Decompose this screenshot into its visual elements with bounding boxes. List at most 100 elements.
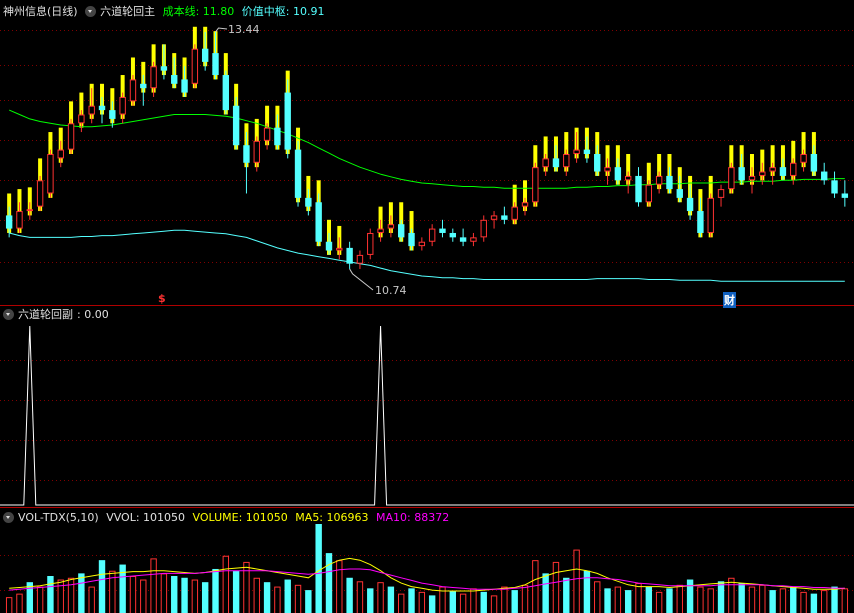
candle-body <box>810 154 818 172</box>
candle-body <box>367 232 374 255</box>
volume-bar <box>222 555 230 613</box>
candle-body <box>604 167 611 172</box>
candle-body <box>831 180 838 194</box>
candle-body <box>738 167 745 181</box>
volume-bar <box>263 582 271 613</box>
volume-bar <box>655 591 663 613</box>
candle-body <box>686 197 694 212</box>
candle-body <box>759 171 766 176</box>
candle-body <box>470 237 477 242</box>
sub1-header: 六道轮回副 : 0.00 <box>3 307 113 323</box>
sub1-indicator[interactable]: 六道轮回副 <box>18 308 73 321</box>
volume-bar <box>171 576 178 613</box>
candle-body <box>624 175 632 181</box>
volume-bar <box>78 573 85 613</box>
volume-bar <box>253 577 260 613</box>
vol-name[interactable]: VOL-TDX(5,10) <box>18 511 99 524</box>
ma10-value: MA10: 88372 <box>376 511 450 524</box>
volume-bar <box>490 595 498 613</box>
volume-bar <box>387 586 395 613</box>
volume-value: VOLUME: 101050 <box>192 511 288 524</box>
volume-bar <box>831 586 838 613</box>
volume-bar <box>759 584 766 613</box>
candle-body <box>26 209 33 212</box>
dropdown-icon[interactable] <box>3 308 14 320</box>
candle-body <box>140 83 147 89</box>
volume-bar <box>160 573 168 613</box>
candle-body <box>728 167 735 190</box>
candle-body <box>16 211 23 229</box>
volume-bar <box>686 579 694 613</box>
candle-body <box>800 154 807 163</box>
volume-bar <box>284 579 291 613</box>
candle-body <box>428 228 436 242</box>
candle-body <box>294 149 302 198</box>
candle-body <box>5 215 13 229</box>
volume-bar <box>325 553 333 613</box>
candle-body <box>552 158 560 168</box>
candle-body <box>666 175 673 190</box>
candle-body <box>398 224 405 238</box>
candle-body <box>129 79 137 102</box>
candle-body <box>614 167 622 181</box>
volume-bar <box>676 584 683 613</box>
volume-bar <box>841 588 849 613</box>
volume-bar <box>377 582 384 613</box>
candle-body <box>356 254 364 264</box>
volume-bar <box>666 588 673 613</box>
candle-body <box>480 219 487 238</box>
candle-body <box>325 241 333 251</box>
volume-bar <box>521 584 529 613</box>
volume-bar <box>428 595 436 613</box>
volume-bar <box>573 549 580 613</box>
volume-bar <box>67 577 75 613</box>
volume-bar <box>501 586 508 613</box>
volume-bar <box>604 588 611 613</box>
volume-bar <box>624 590 632 613</box>
candle-body <box>88 105 95 115</box>
candle-body <box>284 92 291 150</box>
indicator-name[interactable]: 六道轮回主 <box>100 5 155 18</box>
volume-bar <box>305 590 312 613</box>
volume-bar <box>532 560 539 613</box>
candle-body <box>583 149 591 154</box>
volume-bar <box>212 568 219 613</box>
candle-body <box>563 154 570 168</box>
value-center-label: 价值中枢: 10.91 <box>241 5 325 18</box>
event-marker-right[interactable]: 财 <box>723 292 736 308</box>
volume-bar <box>470 588 477 613</box>
candle-body <box>707 197 714 233</box>
candle-body <box>635 175 642 203</box>
volume-bar <box>315 524 322 613</box>
candle-body <box>377 228 384 233</box>
candle-body <box>336 247 343 251</box>
volume-bar <box>635 583 642 613</box>
candle-body <box>841 193 849 198</box>
candle-body <box>779 167 787 176</box>
volume-bar <box>57 579 64 613</box>
candle-body <box>521 202 529 207</box>
candle-body <box>315 202 322 242</box>
candle-body <box>160 66 168 71</box>
event-marker-left[interactable]: $ <box>158 292 166 305</box>
candle-body <box>67 123 75 150</box>
candle-body <box>501 215 508 220</box>
candle-body <box>697 211 704 233</box>
candle-body <box>274 127 281 146</box>
volume-bar <box>129 576 137 613</box>
candle-body <box>594 154 601 172</box>
dropdown-icon[interactable] <box>85 5 97 17</box>
dropdown-icon[interactable] <box>3 511 14 523</box>
volume-bar <box>542 573 549 613</box>
candle-body <box>645 184 653 203</box>
candle-body <box>57 149 64 159</box>
candle-body <box>232 105 240 146</box>
candle-body <box>439 228 446 233</box>
volume-bar <box>398 593 405 613</box>
candle-body <box>263 127 271 141</box>
value-center-line <box>9 229 845 282</box>
volume-bar <box>5 597 13 613</box>
sub1-value: : 0.00 <box>77 308 109 321</box>
vvol-value: VVOL: 101050 <box>106 511 186 524</box>
volume-bar <box>800 591 807 613</box>
